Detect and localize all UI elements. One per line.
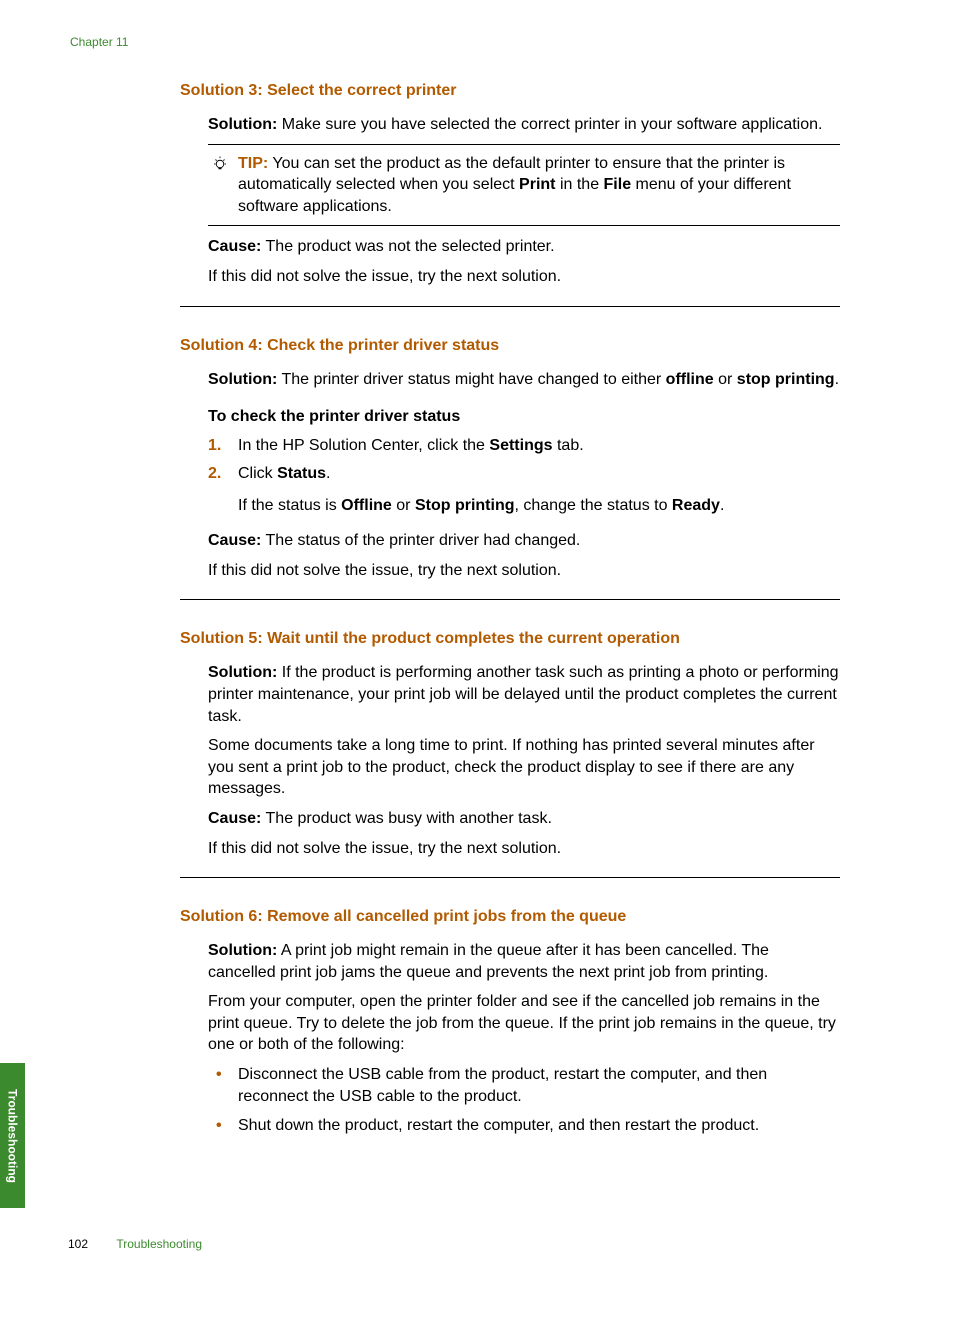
solution-5-para2: Some documents take a long time to print… bbox=[208, 735, 840, 800]
divider bbox=[180, 599, 840, 600]
step-text: In the HP Solution Center, click the bbox=[238, 437, 489, 454]
check-driver-subhead: To check the printer driver status bbox=[208, 408, 840, 426]
tip-print-bold: Print bbox=[519, 176, 555, 193]
side-tab-label: Troubleshooting bbox=[6, 1089, 20, 1183]
solution-label: Solution: bbox=[208, 664, 277, 681]
tip-segment: in the bbox=[556, 176, 604, 193]
if-not-text: If this did not solve the issue, try the… bbox=[208, 838, 840, 860]
solution-5-heading: Solution 5: Wait until the product compl… bbox=[180, 630, 840, 648]
solution-5-text: Solution: If the product is performing a… bbox=[208, 662, 840, 727]
divider bbox=[180, 306, 840, 307]
cause-label: Cause: bbox=[208, 532, 261, 549]
cause-body: The product was busy with another task. bbox=[261, 810, 552, 827]
bullet-2: Shut down the product, restart the compu… bbox=[208, 1115, 840, 1137]
solution-label: Solution: bbox=[208, 942, 277, 959]
step-text: tab. bbox=[553, 437, 584, 454]
page-footer: 102 Troubleshooting bbox=[68, 1237, 202, 1251]
step-2: Click Status. If the status is Offline o… bbox=[208, 462, 840, 518]
solution-3-heading: Solution 3: Select the correct printer bbox=[180, 82, 840, 100]
if-not-text: If this did not solve the issue, try the… bbox=[208, 266, 840, 288]
solution-3-text: Solution: Make sure you have selected th… bbox=[208, 114, 840, 136]
solution-4-text: Solution: The printer driver status migh… bbox=[208, 369, 840, 391]
step-1: In the HP Solution Center, click the Set… bbox=[208, 434, 840, 458]
offline-bold: Offline bbox=[341, 497, 392, 514]
lightbulb-icon bbox=[208, 153, 232, 173]
solution-6-heading: Solution 6: Remove all cancelled print j… bbox=[180, 908, 840, 926]
step-text: If the status is bbox=[238, 497, 341, 514]
cause-text: Cause: The status of the printer driver … bbox=[208, 530, 840, 552]
cause-text: Cause: The product was not the selected … bbox=[208, 236, 840, 258]
bullet-list: Disconnect the USB cable from the produc… bbox=[208, 1064, 840, 1137]
stop-bold: Stop printing bbox=[415, 497, 515, 514]
sol-segment: . bbox=[835, 371, 839, 388]
page-content: Solution 3: Select the correct printer S… bbox=[180, 82, 840, 1143]
divider bbox=[180, 877, 840, 878]
step-text: . bbox=[720, 497, 724, 514]
solution-label: Solution: bbox=[208, 371, 277, 388]
sol-segment: The printer driver status might have cha… bbox=[277, 371, 665, 388]
bullet-1: Disconnect the USB cable from the produc… bbox=[208, 1064, 840, 1109]
settings-bold: Settings bbox=[489, 437, 552, 454]
steps-list: In the HP Solution Center, click the Set… bbox=[208, 434, 840, 518]
tip-box: TIP: You can set the product as the defa… bbox=[208, 144, 840, 227]
tip-label: TIP: bbox=[238, 155, 268, 172]
solution-6-para2: From your computer, open the printer fol… bbox=[208, 991, 840, 1056]
step-text: or bbox=[392, 497, 415, 514]
cause-text: Cause: The product was busy with another… bbox=[208, 808, 840, 830]
tip-file-bold: File bbox=[604, 176, 632, 193]
page-number: 102 bbox=[68, 1237, 88, 1251]
status-bold: Status bbox=[277, 465, 326, 482]
stop-printing-bold: stop printing bbox=[737, 371, 835, 388]
solution-body: Make sure you have selected the correct … bbox=[277, 116, 822, 133]
cause-label: Cause: bbox=[208, 238, 261, 255]
solution-body: A print job might remain in the queue af… bbox=[208, 942, 769, 981]
cause-label: Cause: bbox=[208, 810, 261, 827]
solution-4-heading: Solution 4: Check the printer driver sta… bbox=[180, 337, 840, 355]
step-text: , change the status to bbox=[514, 497, 671, 514]
offline-bold: offline bbox=[666, 371, 714, 388]
cause-body: The status of the printer driver had cha… bbox=[261, 532, 580, 549]
sol-segment: or bbox=[714, 371, 737, 388]
cause-body: The product was not the selected printer… bbox=[261, 238, 554, 255]
tip-text: TIP: You can set the product as the defa… bbox=[238, 153, 840, 218]
solution-body: If the product is performing another tas… bbox=[208, 664, 839, 724]
solution-label: Solution: bbox=[208, 116, 277, 133]
chapter-label: Chapter 11 bbox=[70, 35, 128, 49]
ready-bold: Ready bbox=[672, 497, 720, 514]
if-not-text: If this did not solve the issue, try the… bbox=[208, 560, 840, 582]
step-text: . bbox=[326, 465, 330, 482]
step-text: Click bbox=[238, 465, 277, 482]
solution-6-text: Solution: A print job might remain in th… bbox=[208, 940, 840, 983]
side-tab: Troubleshooting bbox=[0, 1063, 25, 1208]
footer-title: Troubleshooting bbox=[116, 1237, 202, 1251]
